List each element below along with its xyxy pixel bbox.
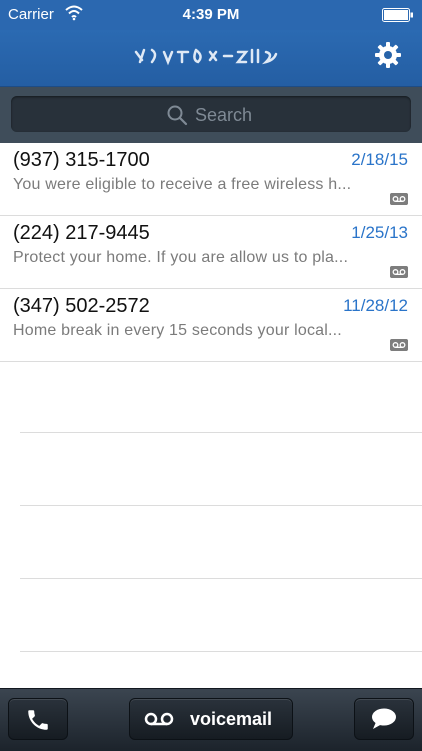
gear-icon[interactable] [374, 41, 402, 69]
phone-button[interactable] [8, 698, 68, 740]
status-bar: Carrier 4:39 PM [0, 0, 422, 30]
transcript-preview: Protect your home. If you are allow us t… [13, 249, 349, 266]
battery-icon [382, 8, 413, 22]
voicemail-date: 1/25/13 [351, 223, 408, 242]
redacted-title-graphic [134, 48, 278, 66]
voicemail-row[interactable]: (347) 502-2572 11/28/12 Home break in ev… [0, 289, 422, 362]
voicemail-list: (937) 315-1700 2/18/15 You were eligible… [0, 143, 422, 362]
voicemail-icon [390, 266, 408, 278]
transcript-preview: Home break in every 15 seconds your loca… [13, 322, 342, 339]
voicemail-tab-label: voicemail [190, 709, 273, 729]
clock: 4:39 PM [182, 6, 240, 23]
row-divider [20, 432, 422, 433]
voicemail-date: 11/28/12 [343, 296, 408, 315]
search-input[interactable] [195, 104, 355, 126]
search-bar [0, 87, 422, 143]
voicemail-icon [390, 193, 408, 205]
bottom-toolbar: voicemail [0, 688, 422, 751]
row-divider [20, 505, 422, 506]
voicemail-row[interactable]: (937) 315-1700 2/18/15 You were eligible… [0, 143, 422, 216]
caller-number: (937) 315-1700 [13, 149, 150, 171]
row-divider [20, 651, 422, 652]
voicemail-row[interactable]: (224) 217-9445 1/25/13 Protect your home… [0, 216, 422, 289]
caller-number: (224) 217-9445 [13, 222, 150, 244]
phone-icon [28, 710, 48, 730]
nav-bar [0, 30, 422, 87]
message-button[interactable] [354, 698, 414, 740]
transcript-preview: You were eligible to receive a free wire… [13, 176, 352, 193]
voicemail-date: 2/18/15 [351, 150, 408, 169]
speech-bubble-icon [372, 708, 396, 729]
search-icon [167, 105, 188, 126]
voicemail-icon [390, 339, 408, 351]
voicemail-icon [144, 712, 174, 726]
caller-number: (347) 502-2572 [13, 295, 150, 317]
row-divider [20, 578, 422, 579]
search-field[interactable] [11, 96, 411, 132]
voicemail-tab-button[interactable]: voicemail [129, 698, 293, 740]
